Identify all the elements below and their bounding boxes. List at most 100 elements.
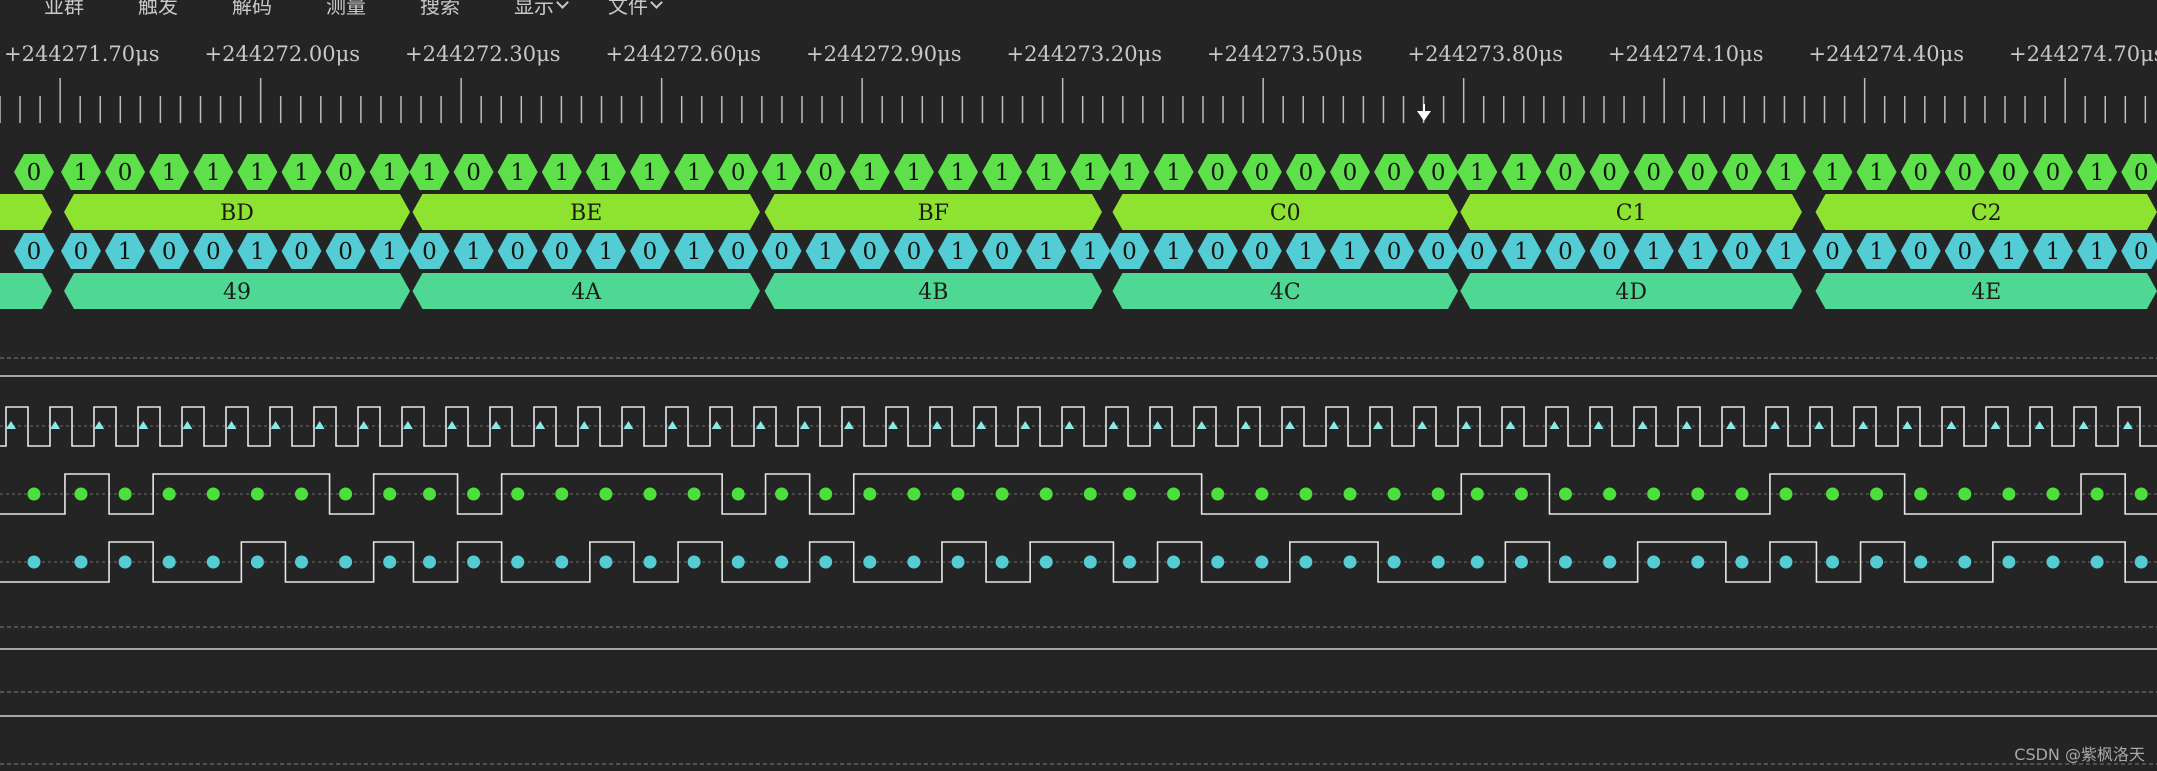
bit-value: 0 <box>1602 160 1617 186</box>
bit-value: 0 <box>1558 160 1573 186</box>
sample-dot <box>1211 487 1225 501</box>
sample-dot <box>423 555 436 569</box>
bit-value: 1 <box>118 239 133 265</box>
sample-dot <box>339 555 353 569</box>
clock-edge-marker-icon <box>1284 421 1295 429</box>
bit-value: 1 <box>2090 239 2105 265</box>
bit-value: 1 <box>1039 239 1054 265</box>
clock-edge-marker-icon <box>1505 421 1516 429</box>
sample-dot <box>27 487 41 501</box>
bit-value: 1 <box>510 160 525 186</box>
byte-value: BF <box>918 201 949 226</box>
sample-dot <box>1826 487 1839 501</box>
bit-value: 1 <box>1122 160 1137 186</box>
byte-value: 4A <box>571 280 602 305</box>
clock-edge-marker-icon <box>1593 421 1604 429</box>
bit-value: 0 <box>1431 160 1446 186</box>
sample-dot <box>599 555 613 569</box>
sample-dot <box>1039 555 1053 569</box>
sample-dot <box>731 487 745 501</box>
bit-value: 1 <box>862 160 877 186</box>
bit-value: 1 <box>1646 239 1661 265</box>
bit-value: 1 <box>2002 239 2017 265</box>
bit-value: 1 <box>818 239 833 265</box>
bit-value: 0 <box>862 239 877 265</box>
bit-value: 1 <box>1470 160 1485 186</box>
bit-value: 0 <box>466 160 481 186</box>
sample-dot <box>1255 487 1269 501</box>
bit-value: 0 <box>2046 160 2061 186</box>
sample-dot <box>1470 487 1484 501</box>
bit-value: 1 <box>1343 239 1358 265</box>
clock-edge-marker-icon <box>1373 421 1384 429</box>
clock-edge-marker-icon <box>667 421 678 429</box>
bit-value: 0 <box>1387 239 1402 265</box>
sample-dot <box>775 487 789 501</box>
bit-value: 1 <box>951 160 966 186</box>
clock-edge-marker-icon <box>2122 421 2133 429</box>
sample-dot <box>1514 487 1528 501</box>
clock-edge-marker-icon <box>491 421 502 429</box>
sample-dot <box>1083 487 1097 501</box>
bit-value: 1 <box>1039 160 1054 186</box>
bit-value: 0 <box>1210 160 1225 186</box>
bit-value: 0 <box>74 239 89 265</box>
bit-value: 1 <box>907 160 922 186</box>
bit-value: 0 <box>1735 239 1750 265</box>
bit-value: 0 <box>1470 239 1485 265</box>
sample-dot <box>250 487 264 501</box>
sample-dot <box>250 555 264 569</box>
sample-dot <box>206 555 220 569</box>
sample-dot <box>1255 555 1269 569</box>
bit-value: 1 <box>206 160 221 186</box>
bit-value: 1 <box>1083 160 1098 186</box>
sample-dot <box>162 487 176 501</box>
sample-dot <box>1431 555 1445 569</box>
sample-dot <box>1167 487 1181 501</box>
clock-trace <box>0 406 2157 447</box>
clock-edge-marker-icon <box>402 421 413 429</box>
clock-edge-marker-icon <box>447 421 457 429</box>
bit-value: 0 <box>510 239 525 265</box>
bit-value: 0 <box>2002 160 2017 186</box>
sample-dot <box>467 487 481 501</box>
sample-dot <box>951 555 965 569</box>
bit-value: 1 <box>1299 239 1314 265</box>
sample-dot <box>1647 487 1661 501</box>
clock-edge-marker-icon <box>1725 421 1736 429</box>
bit-value: 0 <box>995 239 1010 265</box>
sample-dot <box>511 555 525 569</box>
sample-dot <box>1299 487 1313 501</box>
bit-value: 1 <box>422 160 437 186</box>
sample-dot <box>1387 555 1401 569</box>
sample-dot <box>1343 487 1357 501</box>
bit-value: 0 <box>1957 239 1972 265</box>
sample-dot <box>1343 555 1357 569</box>
bit-value: 1 <box>995 160 1010 186</box>
clock-edge-marker-icon <box>976 421 987 429</box>
sample-dot <box>1735 555 1749 569</box>
sample-dot <box>1958 555 1972 569</box>
clock-edge-marker-icon <box>1329 421 1339 429</box>
sample-dot <box>995 555 1009 569</box>
bit-value: 0 <box>1690 160 1705 186</box>
sample-dot <box>511 487 525 501</box>
byte-value: 4C <box>1270 280 1301 305</box>
clock-edge-marker-icon <box>226 421 237 429</box>
bit-value: 0 <box>1387 160 1402 186</box>
clock-edge-marker-icon <box>799 421 810 429</box>
sample-dot <box>1167 555 1181 569</box>
sample-dot <box>907 487 921 501</box>
bit-value: 0 <box>338 160 353 186</box>
sample-dot <box>2090 487 2104 501</box>
clock-edge-marker-icon <box>1020 421 1031 429</box>
clock-edge-marker-icon <box>1902 421 1913 429</box>
cursor-marker-icon <box>1417 111 1431 121</box>
sample-dot <box>1691 555 1705 569</box>
bit-value: 1 <box>599 239 614 265</box>
sample-dot <box>2002 555 2016 569</box>
bit-value: 1 <box>1869 239 1884 265</box>
sample-dot <box>383 555 397 569</box>
clock-edge-marker-icon <box>843 421 854 429</box>
sample-dot <box>555 487 569 501</box>
